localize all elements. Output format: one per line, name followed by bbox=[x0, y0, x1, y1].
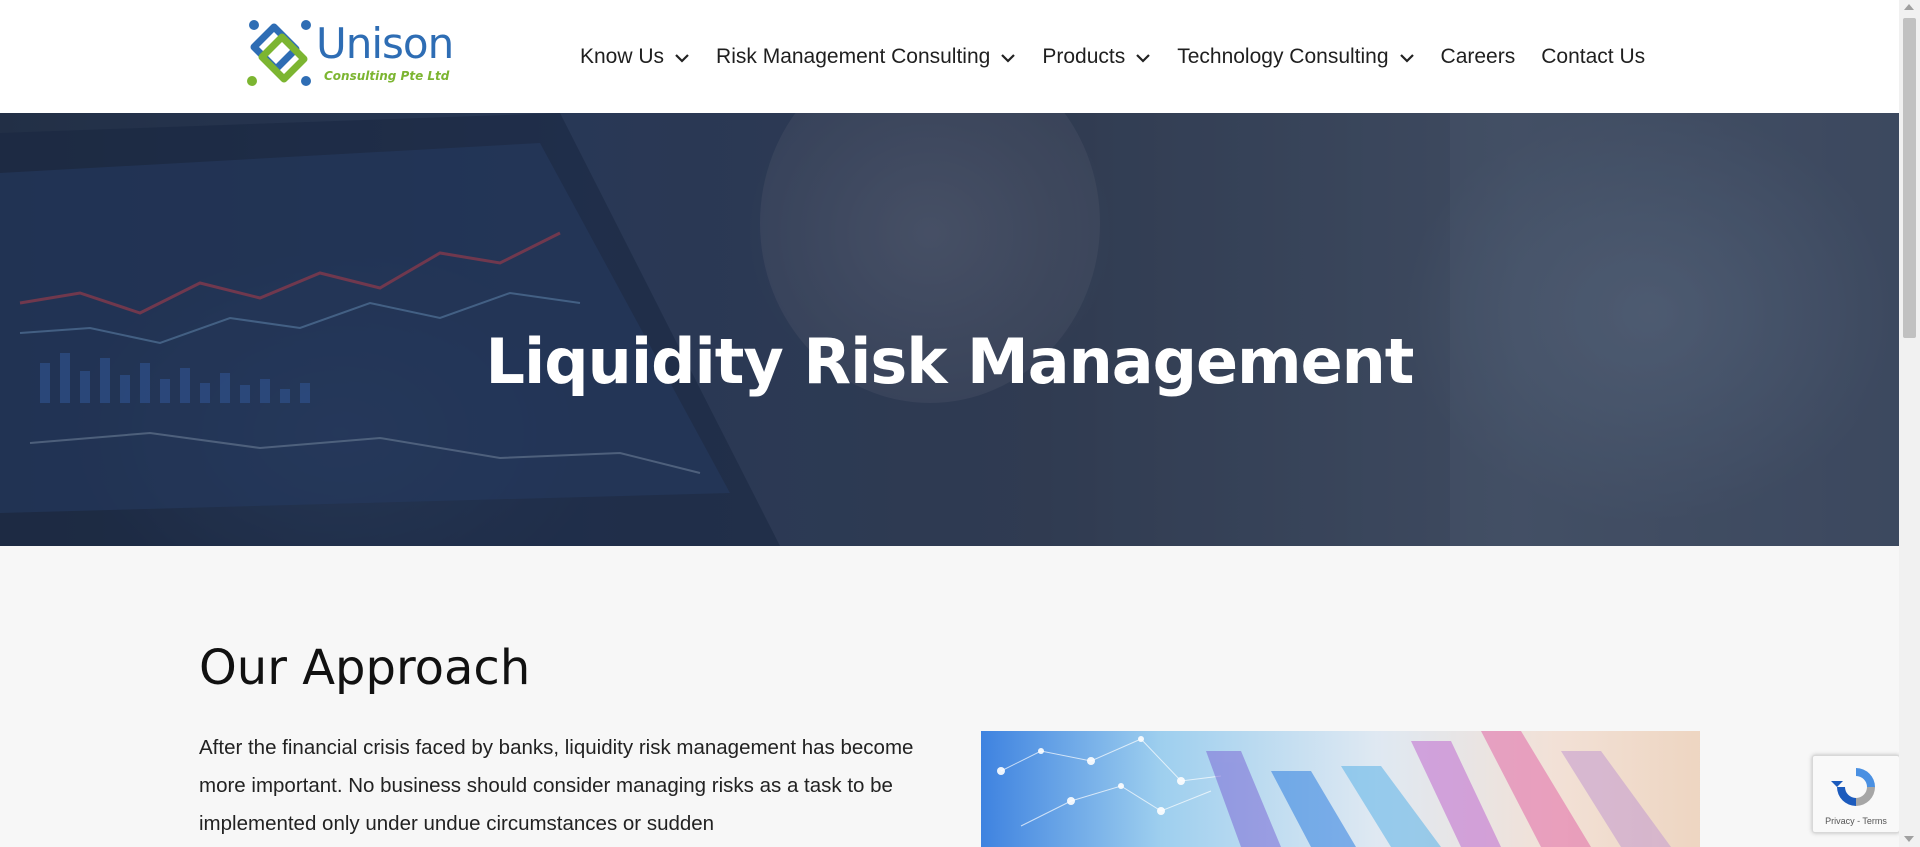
chevron-down-icon bbox=[1001, 53, 1016, 63]
section-heading: Our Approach bbox=[199, 640, 531, 696]
recaptcha-icon bbox=[1831, 768, 1875, 806]
chart-illustration bbox=[997, 731, 1671, 847]
nav-item-technology-consulting[interactable]: Technology Consulting bbox=[1177, 45, 1414, 69]
section-body-text: After the financial crisis faced by bank… bbox=[199, 736, 914, 835]
logo-mark-icon bbox=[247, 20, 311, 86]
vertical-scrollbar[interactable] bbox=[1899, 0, 1920, 847]
chevron-down-icon bbox=[1136, 53, 1150, 63]
scrollbar-thumb[interactable] bbox=[1903, 18, 1916, 338]
main-nav: Know Us Risk Management Consulting Produ… bbox=[580, 0, 1645, 113]
site-header: Unison Consulting Pte Ltd Know Us Risk M… bbox=[0, 0, 1899, 113]
nav-item-label: Products bbox=[1042, 44, 1126, 68]
logo-wordmark: Unison bbox=[316, 19, 454, 68]
scroll-down-arrow-icon[interactable] bbox=[1904, 836, 1914, 842]
nav-item-label: Technology Consulting bbox=[1177, 44, 1389, 68]
chevron-down-icon bbox=[675, 53, 689, 63]
nav-item-label: Risk Management Consulting bbox=[716, 44, 991, 68]
chevron-down-icon bbox=[1399, 53, 1414, 63]
hero-banner: Liquidity Risk Management bbox=[0, 113, 1899, 546]
analytics-chart-image bbox=[981, 731, 1700, 847]
unison-logo[interactable]: Unison Consulting Pte Ltd bbox=[244, 17, 454, 89]
nav-item-careers[interactable]: Careers bbox=[1441, 45, 1516, 69]
page-title: Liquidity Risk Management bbox=[485, 324, 1415, 398]
nav-item-risk-management-consulting[interactable]: Risk Management Consulting bbox=[716, 45, 1016, 69]
recaptcha-links[interactable]: Privacy - Terms bbox=[1813, 816, 1899, 826]
scroll-up-arrow-icon[interactable] bbox=[1904, 4, 1914, 10]
nav-item-know-us[interactable]: Know Us bbox=[580, 45, 690, 69]
page: Unison Consulting Pte Ltd Know Us Risk M… bbox=[0, 0, 1899, 847]
nav-item-label: Careers bbox=[1440, 44, 1516, 68]
nav-item-contact-us[interactable]: Contact Us bbox=[1541, 45, 1645, 69]
nav-item-products[interactable]: Products bbox=[1042, 45, 1151, 69]
logo-tagline: Consulting Pte Ltd bbox=[324, 69, 450, 83]
nav-item-label: Know Us bbox=[580, 44, 665, 68]
nav-item-label: Contact Us bbox=[1541, 44, 1646, 68]
recaptcha-badge[interactable]: Privacy - Terms bbox=[1812, 755, 1899, 833]
